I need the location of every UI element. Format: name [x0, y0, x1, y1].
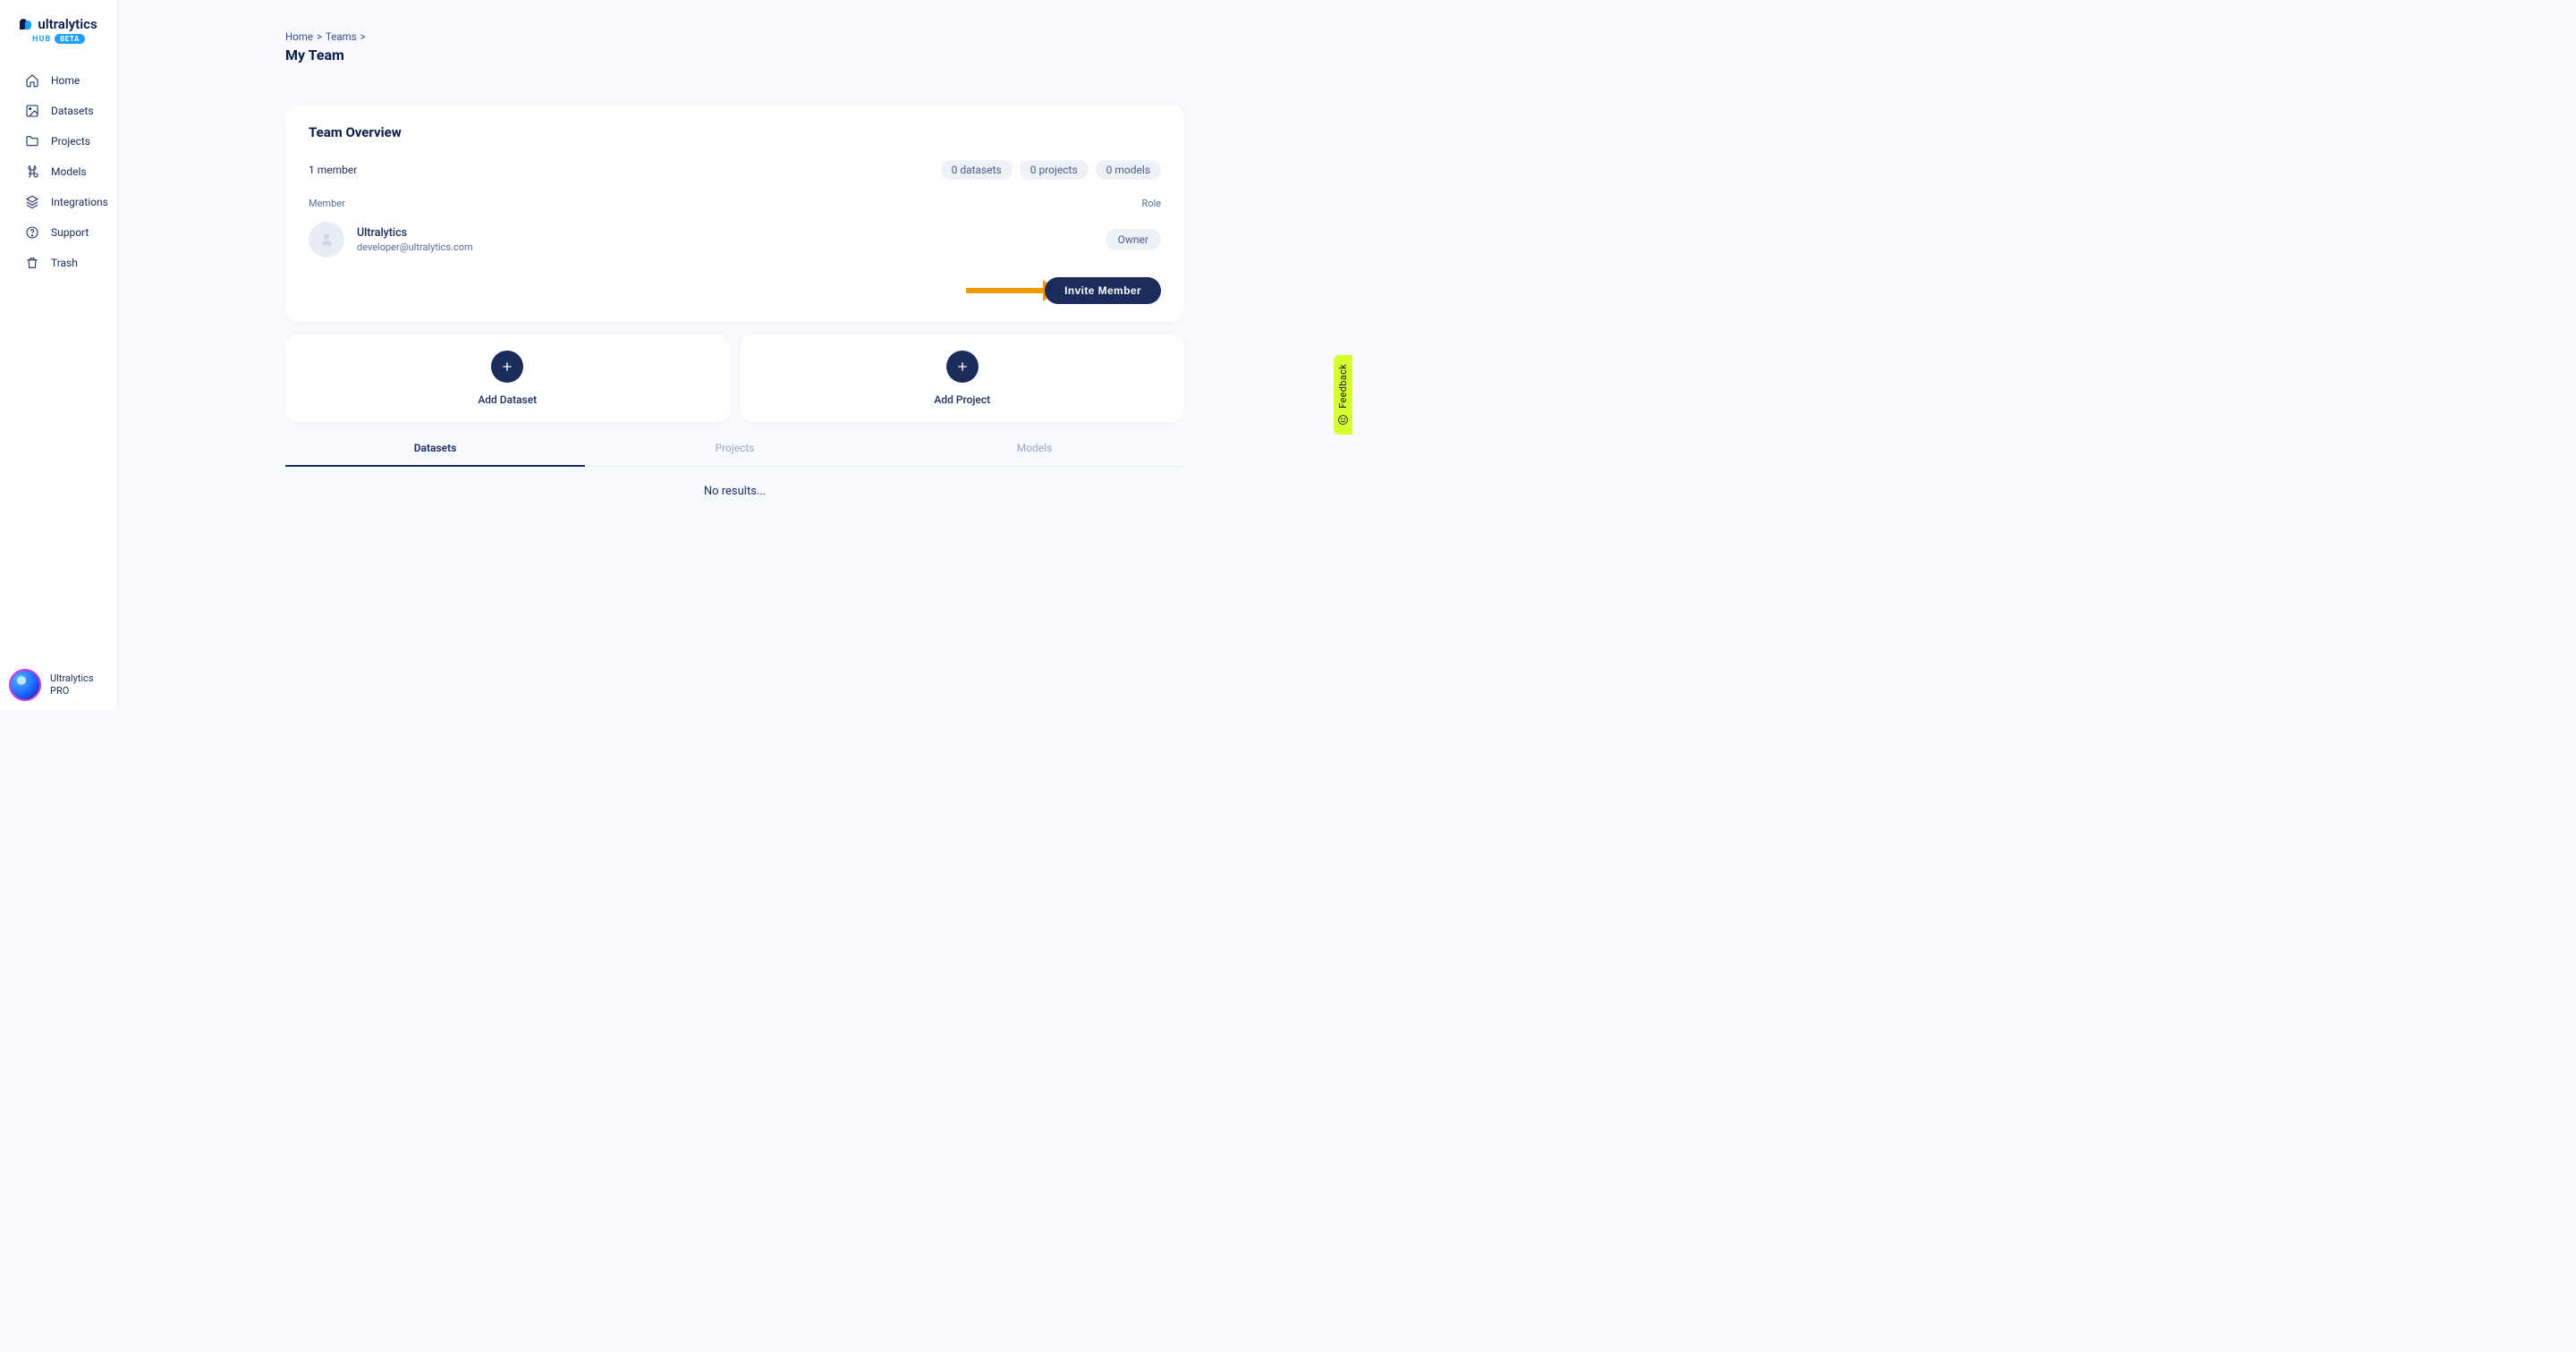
invite-member-button[interactable]: Invite Member	[1045, 277, 1161, 304]
member-row: Ultralytics developer@ultralytics.com Ow…	[309, 222, 1161, 258]
tab-datasets[interactable]: Datasets	[285, 431, 585, 467]
command-icon	[25, 165, 39, 179]
plus-icon	[946, 351, 979, 383]
team-overview-card: Team Overview 1 member 0 datasets 0 proj…	[285, 105, 1184, 322]
sidebar-item-home[interactable]: Home	[0, 65, 117, 96]
breadcrumb-teams[interactable]: Teams	[326, 30, 357, 43]
add-project-card[interactable]: Add Project	[741, 334, 1185, 422]
sidebar-item-label: Home	[51, 74, 80, 87]
member-email: developer@ultralytics.com	[357, 241, 473, 253]
tab-models[interactable]: Models	[885, 431, 1184, 466]
add-project-label: Add Project	[934, 393, 990, 406]
annotation-arrow-icon	[966, 288, 1046, 293]
smile-icon	[1337, 414, 1349, 426]
sidebar-item-label: Models	[51, 165, 87, 178]
sidebar: ultralytics HUB BETA Home Datasets Proje…	[0, 0, 118, 710]
sidebar-item-models[interactable]: Models	[0, 156, 117, 187]
add-dataset-card[interactable]: Add Dataset	[285, 334, 730, 422]
sidebar-item-datasets[interactable]: Datasets	[0, 96, 117, 126]
sidebar-item-label: Datasets	[51, 105, 94, 117]
member-role: Owner	[1106, 229, 1161, 250]
sidebar-profile[interactable]: Ultralytics PRO	[9, 669, 94, 701]
column-role: Role	[1141, 198, 1161, 209]
no-results: No results...	[285, 485, 1184, 498]
layers-icon	[25, 195, 39, 209]
main-content: Home > Teams > My Team Team Overview 1 m…	[118, 0, 1352, 710]
breadcrumb: Home > Teams >	[285, 30, 1184, 43]
breadcrumb-sep: >	[360, 30, 366, 43]
sidebar-nav: Home Datasets Projects Models Integratio…	[0, 65, 117, 278]
beta-badge: BETA	[55, 34, 85, 44]
brand-name: ultralytics	[38, 16, 97, 32]
sidebar-item-integrations[interactable]: Integrations	[0, 187, 117, 217]
breadcrumb-sep: >	[317, 30, 322, 43]
plus-icon	[491, 351, 523, 383]
sidebar-item-label: Integrations	[51, 196, 108, 208]
breadcrumb-home[interactable]: Home	[285, 30, 313, 43]
profile-name: Ultralytics	[50, 672, 94, 685]
add-dataset-label: Add Dataset	[478, 393, 537, 406]
column-member: Member	[309, 198, 345, 209]
trash-icon	[25, 256, 39, 270]
card-title: Team Overview	[309, 124, 1161, 140]
stat-models: 0 models	[1096, 160, 1161, 180]
sidebar-item-trash[interactable]: Trash	[0, 248, 117, 278]
sidebar-item-label: Trash	[51, 257, 78, 269]
page-title: My Team	[285, 46, 1184, 63]
sidebar-item-support[interactable]: Support	[0, 217, 117, 248]
sidebar-item-projects[interactable]: Projects	[0, 126, 117, 156]
image-icon	[25, 104, 39, 118]
member-name: Ultralytics	[357, 226, 473, 240]
brand-logo[interactable]: ultralytics HUB BETA	[0, 16, 117, 44]
avatar	[9, 669, 41, 701]
member-count: 1 member	[309, 164, 357, 176]
profile-plan: PRO	[50, 685, 94, 697]
home-icon	[25, 73, 39, 88]
brand-hub: HUB	[32, 35, 51, 44]
sidebar-item-label: Projects	[51, 135, 90, 148]
member-avatar-icon	[309, 222, 344, 258]
folder-icon	[25, 134, 39, 148]
tabs: Datasets Projects Models	[285, 431, 1184, 467]
logo-mark-icon	[20, 17, 34, 31]
feedback-tab[interactable]: Feedback	[1334, 355, 1352, 435]
feedback-label: Feedback	[1337, 364, 1349, 409]
help-icon	[25, 225, 39, 240]
stat-projects: 0 projects	[1020, 160, 1089, 180]
stat-datasets: 0 datasets	[941, 160, 1013, 180]
tab-projects[interactable]: Projects	[585, 431, 885, 466]
sidebar-item-label: Support	[51, 226, 89, 239]
